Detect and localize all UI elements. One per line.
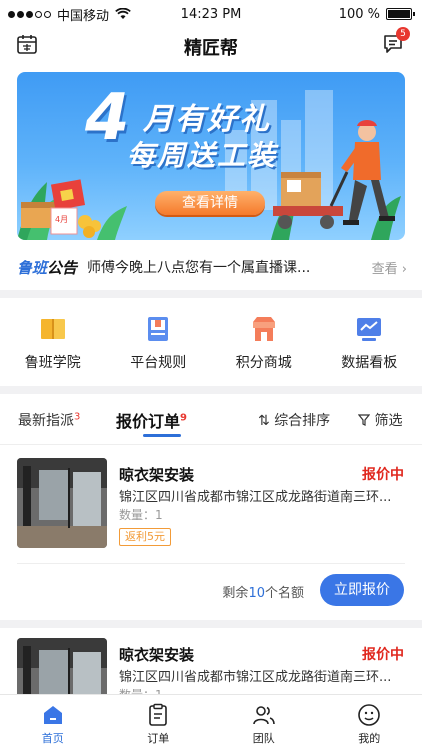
order-title: 晾衣架安装 bbox=[119, 646, 195, 664]
quick-menu: 鲁班学院 平台规则 积分商城 数据看板 bbox=[0, 302, 422, 384]
quick-item-rules[interactable]: 平台规则 bbox=[106, 302, 212, 384]
home-icon bbox=[43, 706, 62, 724]
tab-profile-label: 我的 bbox=[358, 732, 381, 745]
order-thumbnail bbox=[17, 638, 107, 694]
sort-label: 综合排序 bbox=[274, 413, 331, 429]
svg-text:4月: 4月 bbox=[55, 215, 68, 224]
book-icon bbox=[40, 319, 65, 339]
tab-quote-orders[interactable]: 报价订单9 bbox=[116, 408, 187, 432]
announcement-more-label: 查看 bbox=[371, 261, 398, 277]
quick-item-points-store[interactable]: 积分商城 bbox=[211, 302, 317, 384]
tab-orders[interactable]: 订单 bbox=[106, 695, 212, 750]
section-divider bbox=[0, 620, 422, 628]
tab-latest-assign[interactable]: 最新指派3 bbox=[18, 410, 80, 430]
status-right: 100 % bbox=[338, 6, 415, 22]
carrier-label: 中国移动 bbox=[57, 8, 110, 24]
tabs-divider bbox=[0, 444, 422, 445]
active-tab-indicator bbox=[143, 434, 181, 437]
tab-quote-orders-label: 报价订单 bbox=[116, 412, 181, 431]
order-quantity: 数量：1 bbox=[119, 686, 163, 694]
message-badge: 5 bbox=[396, 27, 410, 41]
quick-item-label: 鲁班学院 bbox=[24, 355, 81, 371]
announcement-bar[interactable]: 鲁班 公告 师傅今晚上八点您有一个属直播课... 查看 › bbox=[17, 252, 407, 282]
section-divider bbox=[0, 386, 422, 394]
tab-team-label: 团队 bbox=[252, 732, 275, 745]
order-card[interactable]: 晾衣架安装 报价中 锦江区四川省成都市锦江区成龙路街道南三环... 数量：1 bbox=[0, 638, 422, 694]
banner-headline: 月有好礼 bbox=[143, 102, 271, 137]
filter-button[interactable]: 筛选 bbox=[357, 410, 403, 430]
filter-label: 筛选 bbox=[374, 413, 403, 429]
order-thumbnail bbox=[17, 458, 107, 548]
order-title: 晾衣架安装 bbox=[119, 466, 195, 484]
quick-item-data-board[interactable]: 数据看板 bbox=[317, 302, 422, 384]
nav-bar: 精匠帮 5 bbox=[0, 27, 422, 64]
order-address: 锦江区四川省成都市锦江区成龙路街道南三环... bbox=[119, 670, 392, 685]
order-icon bbox=[149, 703, 168, 726]
profile-icon bbox=[358, 704, 381, 726]
announcement-text: 师傅今晚上八点您有一个属直播课... bbox=[87, 260, 311, 276]
order-status: 报价中 bbox=[362, 647, 404, 663]
quick-item-label: 平台规则 bbox=[130, 355, 187, 371]
status-left: 中国移动 bbox=[8, 5, 131, 24]
tab-quote-orders-count: 9 bbox=[180, 412, 187, 424]
order-tabs: 最新指派3 报价订单9 ⇅ 综合排序 筛选 bbox=[0, 402, 422, 440]
section-divider bbox=[0, 290, 422, 298]
sort-button[interactable]: ⇅ 综合排序 bbox=[258, 410, 330, 430]
filter-icon bbox=[357, 414, 371, 426]
chevron-right-icon: › bbox=[401, 261, 407, 277]
tab-home[interactable]: 首页 bbox=[0, 695, 106, 750]
quick-item-academy[interactable]: 鲁班学院 bbox=[0, 302, 106, 384]
quick-item-label: 积分商城 bbox=[235, 355, 292, 371]
store-icon bbox=[252, 317, 275, 341]
signal-icon bbox=[8, 10, 51, 18]
battery-icon bbox=[386, 8, 415, 20]
gift-boxes-illustration: 4月 bbox=[17, 179, 127, 240]
order-address: 锦江区四川省成都市锦江区成龙路街道南三环... bbox=[119, 490, 392, 505]
tab-latest-assign-label: 最新指派 bbox=[18, 413, 74, 429]
rules-icon bbox=[148, 317, 169, 341]
quote-now-button[interactable]: 立即报价 bbox=[320, 574, 404, 606]
tab-orders-label: 订单 bbox=[147, 732, 170, 745]
remaining-quota: 剩余10个名额 bbox=[222, 582, 304, 601]
banner-big-number: 4 bbox=[85, 81, 130, 155]
tab-profile[interactable]: 我的 bbox=[317, 695, 422, 750]
announcement-more-link[interactable]: 查看 › bbox=[372, 258, 407, 277]
chart-board-icon bbox=[357, 318, 382, 341]
banner-subheadline: 每周送工装 bbox=[127, 139, 278, 172]
announcement-brand: 鲁班 bbox=[17, 258, 48, 277]
rebate-badge: 返利5元 bbox=[119, 528, 171, 546]
tab-latest-assign-count: 3 bbox=[74, 411, 81, 423]
quick-item-label: 数据看板 bbox=[341, 355, 398, 371]
wifi-icon bbox=[115, 8, 131, 19]
bottom-tab-bar: 首页 订单 团队 我的 bbox=[0, 694, 422, 750]
message-icon[interactable]: 5 bbox=[382, 27, 410, 55]
team-icon bbox=[252, 706, 275, 725]
order-status: 报价中 bbox=[362, 467, 404, 483]
delivery-worker-illustration bbox=[271, 120, 401, 240]
tab-team[interactable]: 团队 bbox=[211, 695, 317, 750]
quota-prefix: 剩余 bbox=[222, 586, 249, 601]
card-divider bbox=[17, 563, 405, 564]
order-card[interactable]: 晾衣架安装 报价中 锦江区四川省成都市锦江区成龙路街道南三环... 数量：1 返… bbox=[0, 458, 422, 618]
order-quantity: 数量：1 bbox=[119, 508, 163, 522]
tab-home-label: 首页 bbox=[41, 732, 64, 745]
sort-icon: ⇅ bbox=[258, 413, 270, 429]
quota-suffix: 个名额 bbox=[264, 586, 304, 601]
status-bar: 中国移动 14:23 PM 100 % bbox=[0, 0, 422, 28]
banner-details-button[interactable]: 查看详情 bbox=[155, 191, 265, 215]
battery-label: 100 % bbox=[338, 6, 380, 22]
announcement-brand-suffix: 公告 bbox=[47, 258, 78, 277]
promo-banner[interactable]: 4月 4 月有好礼 每周送工装 查看详情 bbox=[17, 72, 405, 240]
page-title: 精匠帮 bbox=[184, 38, 238, 59]
quota-number: 10 bbox=[248, 586, 265, 601]
